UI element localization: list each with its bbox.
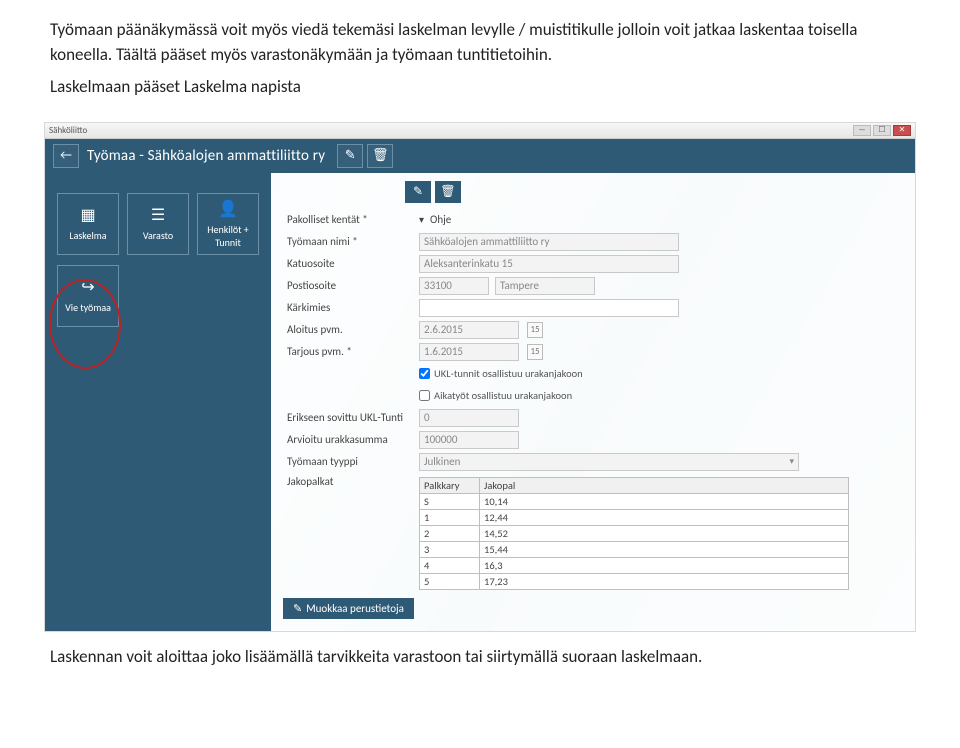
cell: 16,3 (480, 557, 849, 573)
table-row: 315,44 (420, 541, 849, 557)
checkbox-label: Aikatyöt osallistuu urakanjakoon (434, 389, 572, 402)
sidebar-tile-label: Henkilöt + Tunnit (200, 223, 256, 249)
post-zip-field[interactable]: 33100 (419, 277, 489, 295)
sidebar: ▦ Laskelma ☰ Varasto 👤 Henkilöt + Tunnit… (45, 173, 271, 632)
aikatyot-participate-checkbox[interactable]: Aikatyöt osallistuu urakanjakoon (419, 389, 572, 402)
sidebar-tile-henkilot[interactable]: 👤 Henkilöt + Tunnit (197, 193, 259, 255)
button-label: Muokkaa perustietoja (306, 602, 404, 615)
checkbox-input[interactable] (419, 368, 430, 379)
doc-paragraph-3: Laskennan voit aloittaa joko lisäämällä … (50, 646, 910, 667)
type-select[interactable]: Julkinen ▾ (419, 453, 799, 471)
pencil-icon: ✎ (293, 602, 302, 615)
ukl-hour-field[interactable]: 0 (419, 409, 519, 427)
sidebar-tile-label: Laskelma (69, 229, 106, 242)
form-edit-button[interactable]: ✎ (405, 181, 431, 203)
grid-icon: ▦ (80, 205, 95, 225)
calendar-icon[interactable]: 15 (527, 322, 543, 338)
offer-date-field[interactable]: 1.6.2015 (419, 343, 519, 361)
foreman-label: Kärkimies (283, 301, 413, 314)
edit-basics-button[interactable]: ✎ Muokkaa perustietoja (283, 598, 414, 619)
checkbox-input[interactable] (419, 390, 430, 401)
required-fields-label: Pakolliset kentät * (283, 213, 413, 226)
list-icon: ☰ (151, 205, 165, 225)
cell: 12,44 (480, 509, 849, 525)
foreman-field[interactable] (419, 299, 679, 317)
form-delete-button[interactable]: 🗑 (435, 181, 461, 203)
header-delete-button[interactable]: 🗑 (367, 144, 393, 168)
cell: 3 (420, 541, 480, 557)
cell: 5 (420, 573, 480, 589)
jakopalkat-label: Jakopalkat (283, 475, 413, 488)
estimate-field[interactable]: 100000 (419, 431, 519, 449)
post-label: Postiosoite (283, 279, 413, 292)
name-label: Työmaan nimi * (283, 235, 413, 248)
ukl-hour-label: Erikseen sovittu UKL-Tunti (283, 411, 413, 424)
ukl-participate-checkbox[interactable]: UKL-tunnit osallistuu urakanjakoon (419, 367, 583, 380)
start-date-field[interactable]: 2.6.2015 (419, 321, 519, 339)
post-city-field[interactable]: Tampere (495, 277, 595, 295)
table-row: 416,3 (420, 557, 849, 573)
cell: 4 (420, 557, 480, 573)
name-field[interactable]: Sähköalojen ammattiliitto ry (419, 233, 679, 251)
help-label: Ohje (430, 213, 451, 226)
chevron-down-icon: ▾ (789, 456, 794, 467)
start-date-label: Aloitus pvm. (283, 323, 413, 336)
jakopalkat-table: Palkkary Jakopal S10,14 112,44 214,52 31… (419, 477, 849, 590)
table-row: 517,23 (420, 573, 849, 589)
window-chrome: Sähköliitto — ☐ ✕ (45, 123, 915, 139)
cell: 15,44 (480, 541, 849, 557)
table-row: 112,44 (420, 509, 849, 525)
back-button[interactable]: ← (53, 144, 79, 168)
estimate-label: Arvioitu urakkasumma (283, 433, 413, 446)
street-field[interactable]: Aleksanterinkatu 15 (419, 255, 679, 273)
cell: 10,14 (480, 493, 849, 509)
street-label: Katuosoite (283, 257, 413, 270)
sidebar-tile-varasto[interactable]: ☰ Varasto (127, 193, 189, 255)
cell: 1 (420, 509, 480, 525)
window-maximize-button[interactable]: ☐ (873, 125, 891, 136)
sidebar-tile-label: Varasto (143, 229, 173, 242)
calendar-icon[interactable]: 15 (527, 344, 543, 360)
checkbox-label: UKL-tunnit osallistuu urakanjakoon (434, 367, 583, 380)
offer-date-label: Tarjous pvm. * (283, 345, 413, 358)
chevron-down-icon[interactable]: ▾ (419, 213, 424, 226)
table-header: Palkkary (420, 477, 480, 493)
table-row: S10,14 (420, 493, 849, 509)
header-edit-button[interactable]: ✎ (337, 144, 363, 168)
app-name-label: Sähköliitto (49, 125, 87, 136)
window-minimize-button[interactable]: — (853, 125, 871, 136)
main-panel: ✎ 🗑 Pakolliset kentät * ▾ Ohje Työmaan n… (271, 173, 915, 632)
table-row: 214,52 (420, 525, 849, 541)
type-label: Työmaan tyyppi (283, 455, 413, 468)
app-header: ← Työmaa - Sähköalojen ammattiliitto ry … (45, 139, 915, 173)
cell: 14,52 (480, 525, 849, 541)
cell: 17,23 (480, 573, 849, 589)
doc-paragraph-2: Laskelmaan pääset Laskelma napista (50, 75, 910, 100)
type-value: Julkinen (424, 455, 460, 468)
cell: 2 (420, 525, 480, 541)
cell: S (420, 493, 480, 509)
person-icon: 👤 (218, 199, 238, 219)
window-close-button[interactable]: ✕ (893, 125, 911, 136)
doc-paragraph-1: Työmaan päänäkymässä voit myös viedä tek… (50, 18, 910, 67)
table-header: Jakopal (480, 477, 849, 493)
sidebar-tile-laskelma[interactable]: ▦ Laskelma (57, 193, 119, 255)
app-screenshot: Sähköliitto — ☐ ✕ ← Työmaa - Sähköalojen… (44, 122, 916, 632)
page-title: Työmaa - Sähköalojen ammattiliitto ry (87, 147, 325, 165)
